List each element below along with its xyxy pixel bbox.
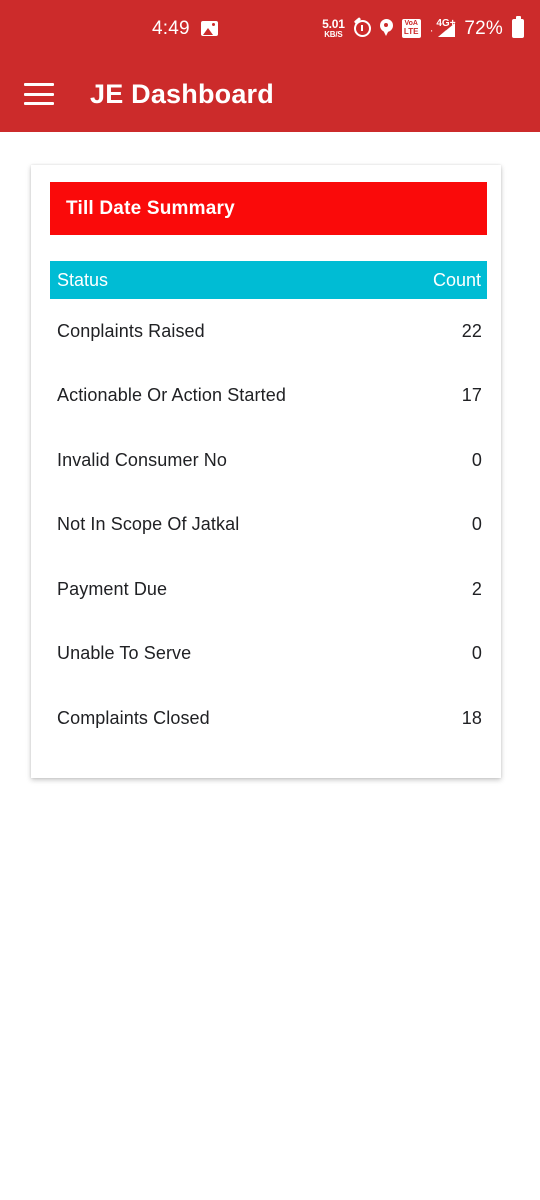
table-row[interactable]: Complaints Closed 18 bbox=[50, 686, 487, 751]
row-count: 0 bbox=[471, 514, 482, 535]
hamburger-line-1 bbox=[24, 83, 54, 86]
row-label: Payment Due bbox=[57, 578, 168, 599]
table-row[interactable]: Actionable Or Action Started 17 bbox=[50, 364, 487, 429]
signal-dot: · bbox=[429, 25, 434, 37]
summary-header-bar: Till Date Summary bbox=[50, 182, 487, 235]
alarm-icon bbox=[353, 19, 371, 37]
network-speed-unit: KB/S bbox=[324, 29, 343, 39]
app-bar: 4:49 5.01 KB/S VoA LTE · 4G+ 72% JE Dash… bbox=[0, 0, 540, 132]
table-row[interactable]: Not In Scope Of Jatkal 0 bbox=[50, 493, 487, 558]
status-bar-right: 5.01 KB/S VoA LTE · 4G+ 72% bbox=[322, 15, 524, 39]
till-date-summary-card: Till Date Summary Status Count Conplaint… bbox=[31, 165, 501, 778]
row-label: Actionable Or Action Started bbox=[57, 385, 286, 406]
status-bar-clock: 4:49 bbox=[152, 17, 190, 39]
status-bar: 4:49 5.01 KB/S VoA LTE · 4G+ 72% bbox=[0, 0, 540, 56]
row-label: Not In Scope Of Jatkal bbox=[57, 514, 240, 535]
battery-percentage: 72% bbox=[464, 17, 503, 39]
photo-icon bbox=[200, 20, 218, 36]
cellular-signal-icon: · 4G+ bbox=[430, 18, 456, 38]
row-count: 2 bbox=[471, 578, 482, 599]
hamburger-line-2 bbox=[24, 92, 54, 96]
status-bar-left: 4:49 bbox=[152, 19, 218, 38]
network-speed-indicator: 5.01 KB/S bbox=[322, 18, 345, 39]
row-label: Invalid Consumer No bbox=[57, 449, 227, 470]
location-pin-icon bbox=[379, 19, 393, 37]
network-speed-value: 5.01 bbox=[322, 16, 345, 31]
row-count: 0 bbox=[471, 449, 482, 470]
table-header-row: Status Count bbox=[50, 261, 487, 299]
page-title: JE Dashboard bbox=[90, 78, 274, 109]
table-row[interactable]: Conplaints Raised 22 bbox=[50, 299, 487, 364]
signal-triangle-dim bbox=[438, 30, 447, 37]
row-label: Conplaints Raised bbox=[57, 320, 205, 341]
row-label: Complaints Closed bbox=[57, 707, 210, 728]
volte-icon: VoA LTE bbox=[401, 18, 421, 38]
column-header-count: Count bbox=[432, 269, 481, 290]
summary-title: Till Date Summary bbox=[66, 197, 235, 219]
signal-network-label: 4G+ bbox=[436, 18, 456, 29]
summary-table-body: Conplaints Raised 22 Actionable Or Actio… bbox=[50, 299, 487, 751]
column-header-status: Status bbox=[57, 269, 109, 290]
row-count: 18 bbox=[461, 707, 482, 728]
location-pin-hole bbox=[384, 23, 389, 27]
row-label: Unable To Serve bbox=[57, 643, 192, 664]
table-row[interactable]: Invalid Consumer No 0 bbox=[50, 428, 487, 493]
row-count: 0 bbox=[471, 643, 482, 664]
signal-bars: 4G+ bbox=[434, 18, 456, 38]
table-row[interactable]: Payment Due 2 bbox=[50, 557, 487, 622]
volte-icon-line2: LTE bbox=[403, 26, 419, 36]
row-count: 22 bbox=[461, 320, 482, 341]
hamburger-line-3 bbox=[24, 102, 54, 105]
row-count: 17 bbox=[461, 385, 482, 406]
app-bar-title-row: JE Dashboard bbox=[0, 56, 540, 132]
table-row[interactable]: Unable To Serve 0 bbox=[50, 622, 487, 687]
hamburger-menu-icon[interactable] bbox=[24, 83, 54, 105]
content-area: Till Date Summary Status Count Conplaint… bbox=[0, 132, 540, 1200]
battery-icon bbox=[512, 15, 524, 38]
